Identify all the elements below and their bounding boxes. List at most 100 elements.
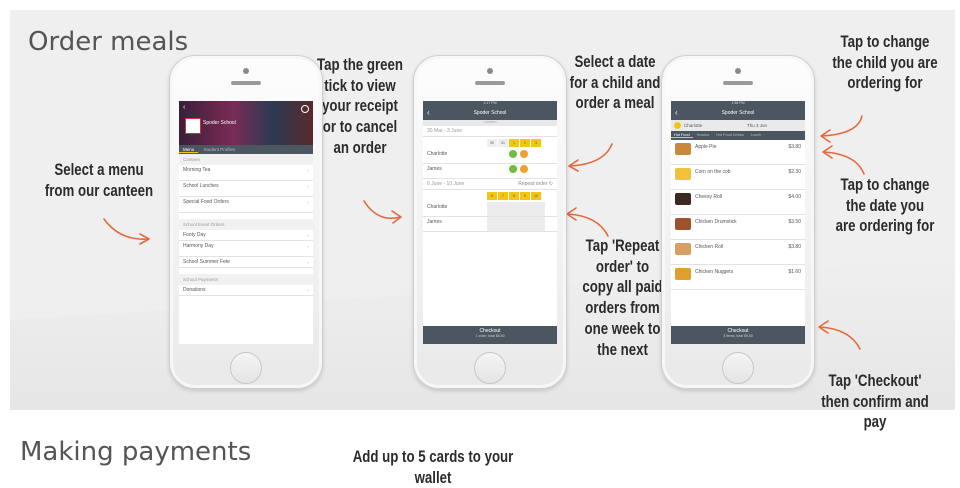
menu-item-label: Special Food Orders <box>183 199 229 205</box>
checkout-button[interactable]: Checkout 3 items, total $9.80 <box>671 326 805 344</box>
day-cell[interactable]: 30 <box>487 139 497 147</box>
calendar-navbar: ‹ Spoder School <box>423 106 557 120</box>
phone-calendar: 2:17 PM ‹ Spoder School Canteen 30 Mar -… <box>413 55 567 389</box>
menu-item-label: Donations <box>183 287 206 293</box>
food-name: Cheesy Roll <box>695 194 722 200</box>
day-cell[interactable]: 6 <box>487 192 497 200</box>
food-item[interactable]: Chicken Roll $3.80 <box>671 240 805 265</box>
day-cell[interactable]: 8 <box>509 192 519 200</box>
tab-snacks[interactable]: Snacks <box>694 133 712 137</box>
tab-hot-food[interactable]: Hot Food <box>671 133 693 138</box>
phone-menu: ‹ Spoder School Menu Student Profiles Ca… <box>169 55 323 389</box>
green-tick-icon[interactable] <box>509 150 517 158</box>
day-cell[interactable]: 3 <box>531 139 541 147</box>
day-cell[interactable]: 1 <box>509 139 519 147</box>
day-cell[interactable]: 2 <box>520 139 530 147</box>
menu-item-footy-day[interactable]: Footy Day › <box>179 230 313 241</box>
school-name: Spoder School <box>203 120 236 126</box>
speaker-icon <box>231 81 261 85</box>
food-price: $4.00 <box>788 194 801 200</box>
green-tick-icon[interactable] <box>509 165 517 173</box>
back-icon[interactable]: ‹ <box>183 104 185 111</box>
tab-menu[interactable]: Menu <box>179 147 199 153</box>
food-price: $3.50 <box>788 219 801 225</box>
settings-icon[interactable] <box>301 105 309 113</box>
tab-lunch[interactable]: Lunch <box>748 133 764 137</box>
food-tabs: Hot Food Snacks Hot Food Drinks Lunch <box>671 131 805 140</box>
menu-item-morning-tea[interactable]: Morning Tea › <box>179 165 313 181</box>
chevron-right-icon: › <box>307 260 309 266</box>
school-logo <box>185 118 201 134</box>
student-name: James <box>427 219 442 225</box>
chevron-right-icon: › <box>307 200 309 206</box>
food-price: $1.60 <box>788 269 801 275</box>
student-row: James <box>423 164 557 179</box>
menu-item-label: Footy Day <box>183 232 206 238</box>
section-canteen: Canteen <box>179 154 313 165</box>
food-item[interactable]: Chicken Nuggets $1.60 <box>671 265 805 290</box>
menu-item-school-lunches[interactable]: School Lunches › <box>179 181 313 197</box>
day-cell[interactable]: 7 <box>498 192 508 200</box>
select-date-note: Select a date for a child and order a me… <box>569 52 661 113</box>
checkout-note: Tap 'Checkout' then confirm and pay <box>821 371 929 432</box>
student-name: Charlotte <box>427 204 448 210</box>
food-item[interactable]: Cheesy Roll $4.00 <box>671 190 805 215</box>
tab-student-profiles[interactable]: Student Profiles <box>200 147 240 152</box>
food-item[interactable]: Apple Pie $3.80 <box>671 140 805 165</box>
food-navbar: ‹ Spoder School <box>671 106 805 120</box>
food-screen: 1:58 PM ‹ Spoder School Charlotte Thu 3 … <box>671 101 805 344</box>
order-meals-heading: Order meals <box>28 27 189 57</box>
order-status <box>509 165 531 173</box>
back-icon[interactable]: ‹ <box>675 106 678 120</box>
day-cell[interactable]: 10 <box>531 192 541 200</box>
nuggets-image <box>675 268 691 280</box>
menu-item-label: School Summer Fete <box>183 259 230 265</box>
chevron-right-icon: › <box>307 233 309 239</box>
child-selector[interactable]: Charlotte <box>684 120 702 131</box>
food-name: Corn on the cob <box>695 169 731 175</box>
calendar-title: Spoder School <box>473 110 507 116</box>
repeat-order-button[interactable]: Repeat order ↻ <box>518 181 553 187</box>
phone-food-menu: 1:58 PM ‹ Spoder School Charlotte Thu 3 … <box>661 55 815 389</box>
empty-grid <box>487 202 545 216</box>
back-icon[interactable]: ‹ <box>427 106 430 120</box>
food-item[interactable]: Corn on the cob $2.30 <box>671 165 805 190</box>
food-item[interactable]: Chicken Drumstick $3.50 <box>671 215 805 240</box>
student-name: James <box>427 166 442 172</box>
checkout-button[interactable]: Checkout 1 order, total $8.50 <box>423 326 557 344</box>
camera-icon <box>487 68 493 74</box>
food-name: Chicken Roll <box>695 244 724 250</box>
week-2-days: 6 7 8 9 10 <box>423 190 557 202</box>
school-header: ‹ Spoder School <box>179 101 313 145</box>
day-cell[interactable]: 9 <box>520 192 530 200</box>
food-price: $2.30 <box>788 169 801 175</box>
menu-tabs: Menu Student Profiles <box>179 145 313 154</box>
drumstick-image <box>675 218 691 230</box>
green-tick-note: Tap the green tick to view your receipt … <box>317 55 403 157</box>
student-row: Charlotte <box>423 202 557 217</box>
chevron-right-icon: › <box>307 244 309 250</box>
home-button <box>474 352 506 384</box>
food-name: Chicken Drumstick <box>695 219 737 225</box>
repeat-order-note: Tap 'Repeat order' to copy all paid orde… <box>582 236 663 359</box>
checkout-summary: 3 items, total $9.80 <box>723 334 753 338</box>
order-add-icon[interactable] <box>520 165 528 173</box>
tab-drinks[interactable]: Hot Food Drinks <box>713 133 746 137</box>
menu-item-summer-fete[interactable]: School Summer Fete › <box>179 257 313 268</box>
arrow-to-date-picker <box>822 145 865 175</box>
menu-item-harmony-day[interactable]: Harmony Day › <box>179 241 313 257</box>
arrow-to-date <box>568 143 613 172</box>
camera-icon <box>243 68 249 74</box>
student-name: Charlotte <box>427 151 448 157</box>
corn-image <box>675 168 691 180</box>
camera-icon <box>735 68 741 74</box>
menu-item-donations[interactable]: Donations › <box>179 285 313 296</box>
day-cell[interactable]: 31 <box>498 139 508 147</box>
menu-item-special-food-orders[interactable]: Special Food Orders › <box>179 197 313 213</box>
student-row: James <box>423 217 557 232</box>
order-add-icon[interactable] <box>520 150 528 158</box>
menu-item-label: Morning Tea <box>183 167 211 173</box>
order-status <box>509 150 531 158</box>
date-selector[interactable]: Thu 3 Jun <box>747 120 767 131</box>
home-button <box>722 352 754 384</box>
